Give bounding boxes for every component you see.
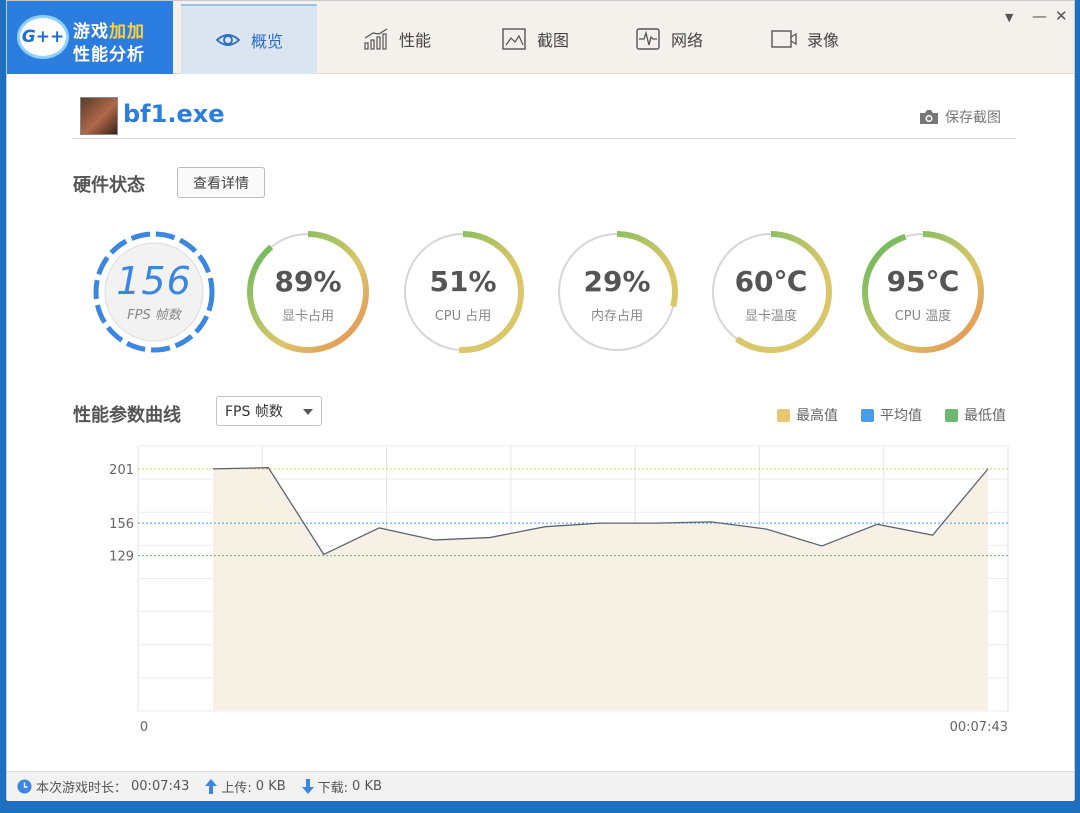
game-avatar [80,97,118,135]
pulse-icon [636,28,660,50]
gpu-usage-label: 显卡占用 [281,309,334,324]
fps-gauge: 156 FPS 帧数 [91,229,217,355]
tab-network[interactable]: 网络 [601,4,737,74]
download-value: 0 KB [352,779,382,794]
gpu-temp-label: 显卡温度 [744,309,797,324]
logo-title-part2: 加加 [109,22,145,42]
bar-chart-icon [364,28,388,50]
y-tick-label: 129 [109,550,134,565]
logo-title-part1: 游戏 [73,22,109,42]
clock-icon [17,779,32,794]
hardware-status-title: 硬件状态 [73,175,145,196]
app-window: G++ 游戏加加 性能分析 概览 性能 截图 网络 录像 ▼ — ✕ bf1.e… [6,0,1075,801]
tab-screenshots[interactable]: 截图 [467,4,603,74]
upload-label: 上传: [221,781,252,796]
tab-overview[interactable]: 概览 [181,4,317,74]
image-icon [502,28,526,50]
metric-select[interactable]: FPS 帧数 [216,396,322,426]
y-tick-label: 201 [109,463,134,478]
tab-overview-label: 概览 [250,32,283,51]
eye-icon [215,34,241,46]
legend-avg-label: 平均值 [880,408,922,424]
x-end-label: 00:07:43 [950,720,1008,735]
fps-value: 156 [116,259,192,303]
gpu-usage-gauge: 89% 显卡占用 [245,229,371,355]
download-label: 下载: [317,781,349,796]
tab-screenshots-label: 截图 [536,31,569,50]
arrow-up-icon [205,779,218,794]
cpu-temp-gauge: 95℃ CPU 温度 [860,229,986,355]
legend-min-swatch [945,408,958,422]
legend-min-label: 最低值 [964,408,1006,424]
close-button[interactable]: ✕ [1055,7,1068,25]
y-tick-label: 156 [109,517,134,532]
tab-performance[interactable]: 性能 [329,4,465,74]
cpu-usage-gauge: 51% CPU 占用 [400,229,526,355]
cpu-usage-label: CPU 占用 [434,309,492,324]
session-duration: 本次游戏时长： 00:07:43 [17,777,189,796]
legend-max-swatch [777,408,790,422]
header-divider [73,138,1016,139]
menu-dropdown-icon[interactable]: ▼ [1005,11,1013,24]
view-details-button[interactable]: 查看详情 [177,167,265,198]
session-duration-label: 本次游戏时长： [36,781,128,796]
memory-usage-label: 内存占用 [590,309,643,324]
legend-max-label: 最高值 [796,408,838,424]
gpu-usage-value: 89% [274,265,342,298]
logo-badge: G++ [17,15,69,59]
chevron-down-icon [303,409,313,415]
fps-curve-chart: 201 156 129 0 00:07:43 [109,445,1009,735]
cpu-usage-value: 51% [429,265,497,298]
status-bar: 本次游戏时长： 00:07:43 上传: 0 KB 下载: 0 KB [7,771,1074,801]
title-bar: G++ 游戏加加 性能分析 概览 性能 截图 网络 录像 ▼ — ✕ [7,1,1074,74]
minimize-button[interactable]: — [1032,7,1047,25]
legend-avg-swatch [861,408,874,422]
cpu-temp-label: CPU 温度 [894,309,952,324]
tab-recording-label: 录像 [806,31,839,50]
download-stat: 下载: 0 KB [301,777,382,796]
metric-select-value: FPS 帧数 [225,404,283,420]
legend-min: 最低值 [945,405,1006,425]
fps-label: FPS 帧数 [127,308,181,323]
save-screenshot-button[interactable]: 保存截图 [919,107,1001,127]
fps-area [213,467,988,711]
logo-title: 游戏加加 [73,17,145,42]
camera-icon [920,110,938,124]
tab-recording[interactable]: 录像 [737,4,873,74]
app-logo: G++ 游戏加加 性能分析 [7,1,173,74]
memory-usage-value: 29% [583,265,651,298]
tab-performance-label: 性能 [398,31,431,50]
performance-curve-title: 性能参数曲线 [73,405,181,426]
tab-network-label: 网络 [670,31,703,50]
arrow-down-icon [301,779,314,794]
save-screenshot-label: 保存截图 [945,110,1001,126]
memory-usage-gauge: 29% 内存占用 [554,229,680,355]
logo-subtitle: 性能分析 [73,45,145,65]
cpu-temp-value: 95℃ [886,265,960,298]
video-camera-icon [771,30,797,48]
upload-stat: 上传: 0 KB [205,777,286,796]
session-duration-value: 00:07:43 [131,779,190,794]
x-start-label: 0 [140,720,148,735]
gpu-temp-value: 60℃ [734,265,808,298]
legend-avg: 平均值 [861,405,922,425]
game-name: bf1.exe [123,100,225,128]
upload-value: 0 KB [255,779,286,794]
gpu-temp-gauge: 60℃ 显卡温度 [708,229,834,355]
legend-max: 最高值 [777,405,838,425]
